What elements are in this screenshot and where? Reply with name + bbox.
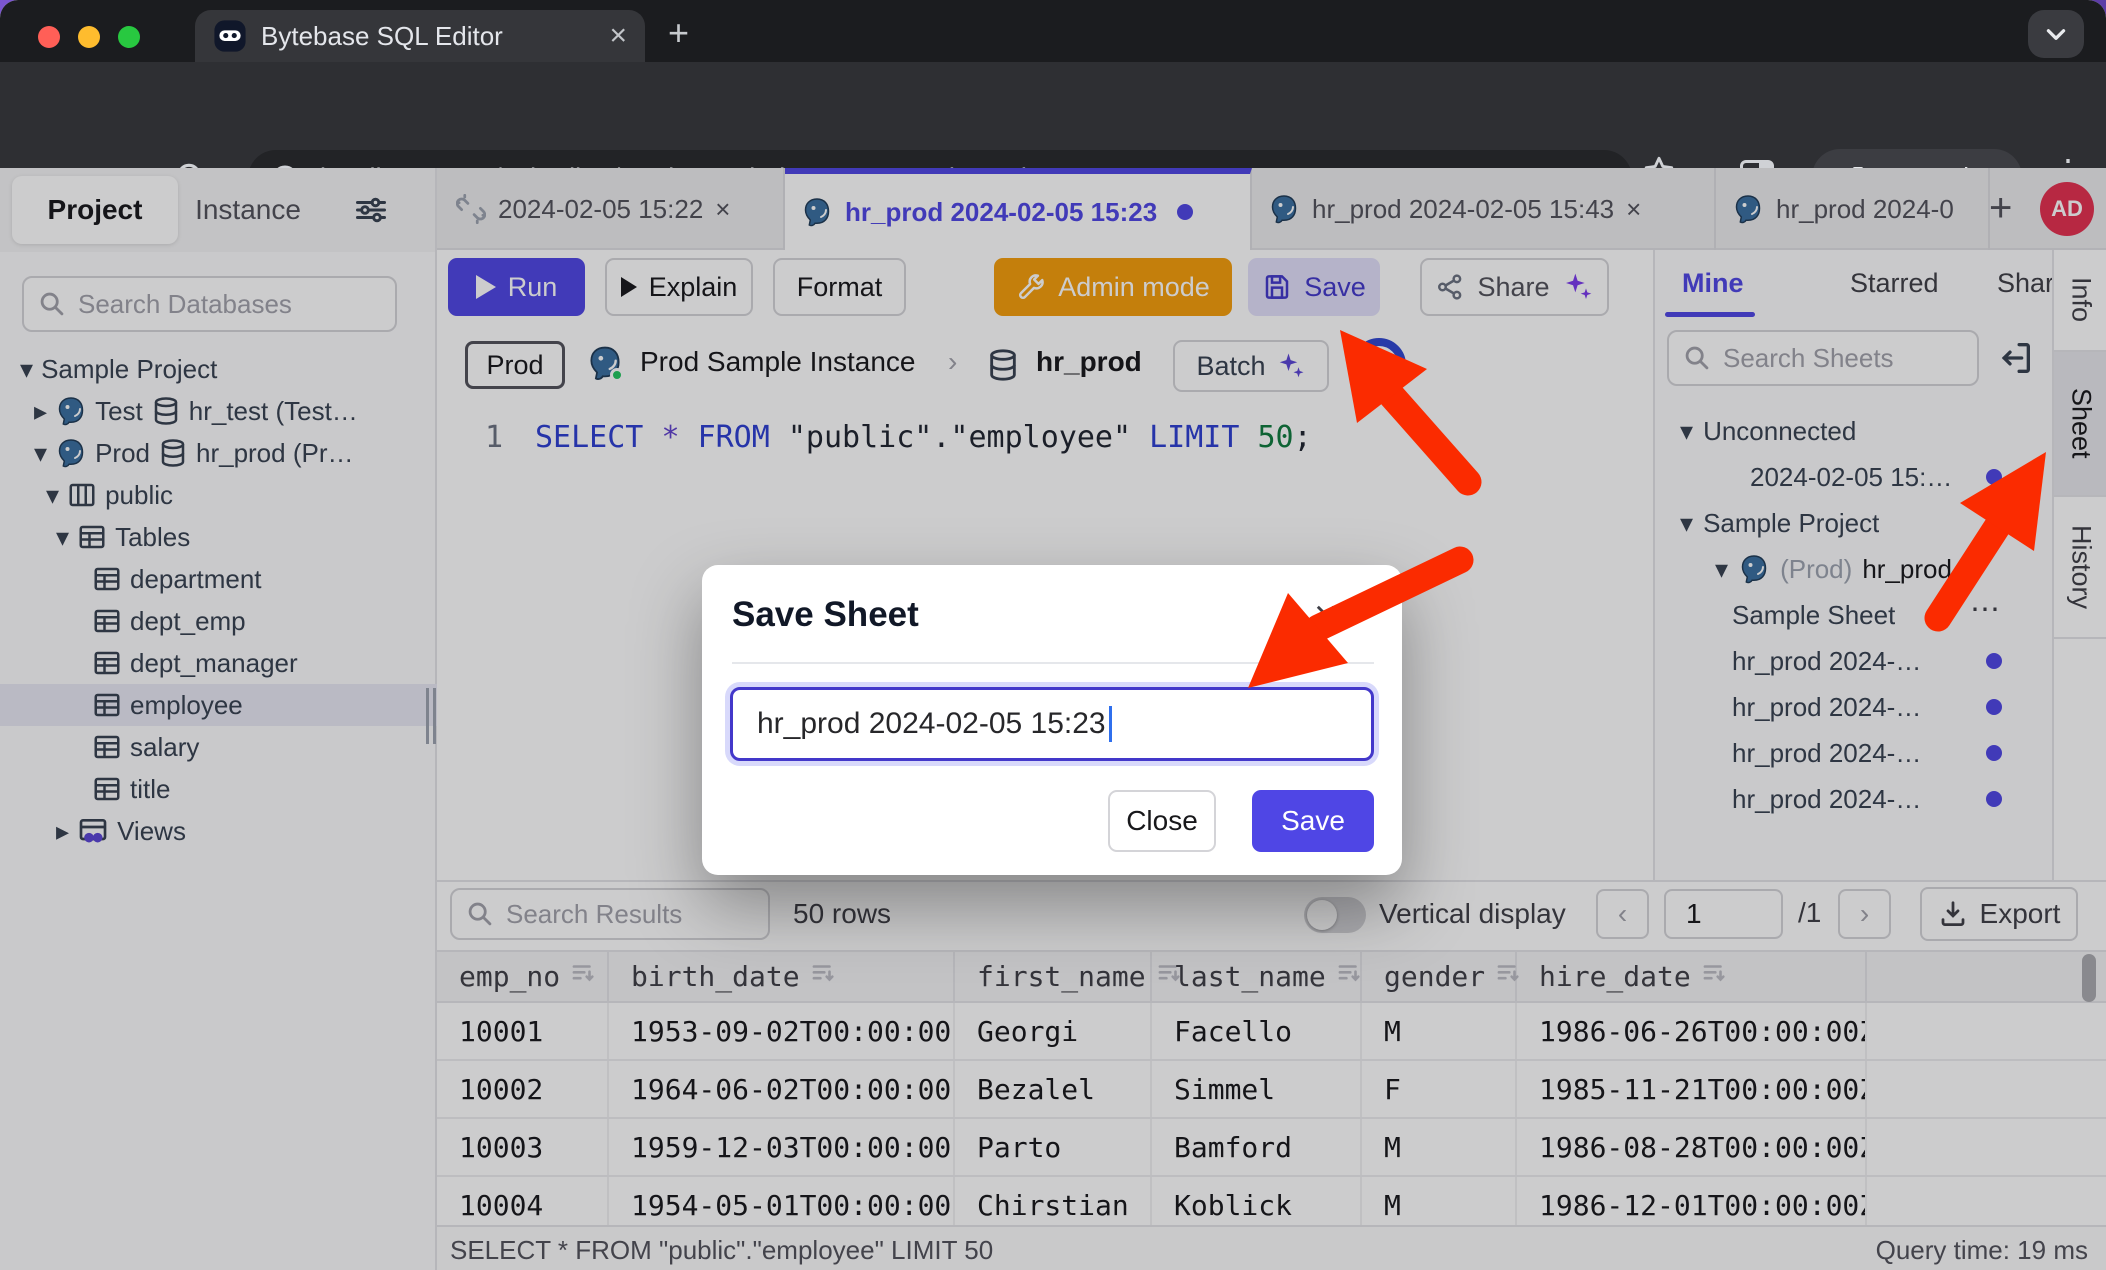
sheet-name-value: hr_prod 2024-02-05 15:23	[757, 707, 1106, 741]
browser-toolbar: ← → ⟳ localhost:8080/sql-editor/prod-sam…	[0, 62, 2106, 168]
traffic-close-button[interactable]	[38, 26, 60, 48]
browser-window: Bytebase SQL Editor × + ← → ⟳ localhost:…	[0, 0, 2106, 1270]
bytebase-favicon	[213, 19, 247, 53]
chevron-down-icon	[2043, 21, 2069, 47]
browser-tab-title: Bytebase SQL Editor	[261, 21, 595, 52]
dialog-save-button[interactable]: Save	[1252, 790, 1374, 852]
browser-tab-close-icon[interactable]: ×	[609, 19, 627, 53]
traffic-zoom-button[interactable]	[118, 26, 140, 48]
close-button[interactable]: Close	[1108, 790, 1216, 852]
browser-tab[interactable]: Bytebase SQL Editor ×	[195, 10, 645, 62]
save-sheet-dialog: Save Sheet × hr_prod 2024-02-05 15:23 Cl…	[702, 565, 1402, 875]
new-tab-button[interactable]: +	[668, 12, 689, 54]
tab-search-button[interactable]	[2028, 10, 2084, 58]
close-icon[interactable]: ×	[1314, 595, 1337, 635]
text-caret	[1109, 706, 1112, 742]
browser-tabstrip: Bytebase SQL Editor × +	[0, 0, 2106, 62]
dialog-title: Save Sheet	[732, 595, 919, 635]
traffic-minimize-button[interactable]	[78, 26, 100, 48]
dialog-divider	[732, 662, 1374, 664]
sheet-name-input[interactable]: hr_prod 2024-02-05 15:23	[730, 687, 1374, 761]
